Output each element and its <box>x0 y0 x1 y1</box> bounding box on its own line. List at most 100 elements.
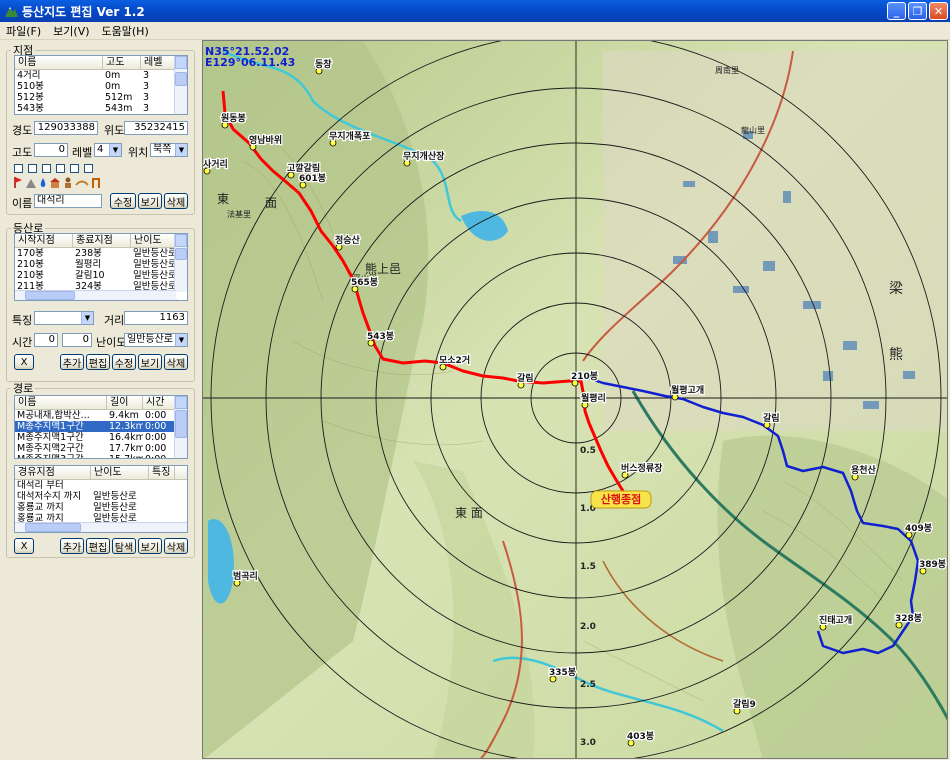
close-button[interactable]: ✕ <box>929 2 948 20</box>
menu-view[interactable]: 보기(V) <box>47 23 95 39</box>
col-time[interactable]: 시간 <box>143 396 175 409</box>
route-row[interactable]: M종주지맥1구간 16.4km 0:00 <box>15 432 187 443</box>
col-start[interactable]: 시작지점 <box>15 234 73 247</box>
col-level[interactable]: 레벨 <box>141 56 175 69</box>
point-view-button[interactable]: 보기 <box>138 193 162 209</box>
point-row[interactable]: 510봉 0m 3 <box>15 81 187 92</box>
pos-label: 위치 <box>128 146 149 159</box>
trail-add-button[interactable]: 추가 <box>60 354 84 370</box>
trail-row[interactable]: 210봉 갈림10 일반등산로 <box>15 270 187 281</box>
point-row[interactable]: 4거리 0m 3 <box>15 70 187 81</box>
maximize-button[interactable]: ❐ <box>908 2 927 20</box>
map-view[interactable]: 0.5 1.0 1.5 2.0 2.5 3.0 東 面 熊上邑 梁 熊 東 面 … <box>202 40 948 759</box>
route-row[interactable]: M종주지맥2구간 17.7km 0:00 <box>15 443 187 454</box>
dist-1-5: 1.5 <box>580 562 596 572</box>
house-icon <box>50 178 60 188</box>
place-label-6: 東 面 <box>455 506 483 520</box>
hours-input[interactable]: 0 <box>34 333 58 347</box>
difficulty-select[interactable]: 일반등산로 ▼ <box>124 333 188 347</box>
col-route-name[interactable]: 이름 <box>15 396 107 409</box>
route-edit-button[interactable]: 편집 <box>86 538 110 554</box>
col-length[interactable]: 길이 <box>107 396 143 409</box>
routes-list[interactable]: 이름 길이 시간 M공내재,합박산... 9.4km 0:00 M종주지맥1구간 12.… <box>14 395 188 459</box>
type-checkbox-4[interactable] <box>56 164 65 173</box>
end-point-banner: 산행종점 <box>590 490 652 509</box>
route-add-button[interactable]: 추가 <box>60 538 84 554</box>
minutes-input[interactable]: 0 <box>62 333 92 347</box>
route-cell: 0:00 <box>145 443 167 454</box>
trail-view-button[interactable]: 보기 <box>138 354 162 370</box>
waypoint-cell: 일반등산로 <box>93 491 137 502</box>
point-cell: 3 <box>143 103 150 114</box>
map-canvas[interactable]: 0.5 1.0 1.5 2.0 2.5 3.0 東 面 熊上邑 梁 熊 東 面 … <box>203 41 948 759</box>
route-cell: 0:00 <box>143 454 175 458</box>
trail-row[interactable]: 210봉 월평리 일반등산로 <box>15 259 187 270</box>
waypoint-label: 진태고개 <box>819 614 852 626</box>
route-row[interactable]: M종주지맥1구간 12.3km 0:00 <box>15 421 187 432</box>
waypoint-label: 328봉 <box>895 613 922 624</box>
menu-help[interactable]: 도움말(H) <box>96 23 155 39</box>
point-edit-button[interactable]: 수정 <box>110 193 136 209</box>
points-list[interactable]: 이름 고도 레벨 4거리 0m 3 510봉 0m 3 512봉 512m 3 543봉 543m 3… <box>14 55 188 115</box>
type-checkbox-5[interactable] <box>70 164 79 173</box>
waypoint-label: 601봉 <box>299 173 326 184</box>
point-row[interactable]: 512봉 512m 3 <box>15 92 187 103</box>
type-checkbox-6[interactable] <box>84 164 93 173</box>
col-waypoint[interactable]: 경유지점 <box>15 466 91 479</box>
menu-bar: 파일(F) 보기(V) 도움말(H) <box>0 22 950 40</box>
type-checkbox-1[interactable] <box>14 164 23 173</box>
dist-2-0: 2.0 <box>580 622 596 632</box>
gate-icon <box>92 178 100 188</box>
waypoint-row[interactable]: 홍룡교 까지 일반등산로 <box>15 502 187 513</box>
trails-list[interactable]: 시작지점 종료지점 난이도 170봉 238봉 일반등산로 210봉 월평리 일반등산로 2… <box>14 233 188 301</box>
alt-label: 고도 <box>12 146 33 159</box>
col-wp-feature[interactable]: 특징 <box>149 466 175 479</box>
point-cell: 4거리 <box>17 70 41 81</box>
level-select[interactable]: 4 ▼ <box>94 143 122 157</box>
routes-list-scrollbar[interactable] <box>174 396 187 458</box>
type-checkbox-2[interactable] <box>28 164 37 173</box>
point-row[interactable]: 565봉565m3 <box>15 114 187 115</box>
col-name[interactable]: 이름 <box>15 56 103 69</box>
pos-select[interactable]: 북쪽 ▼ <box>150 143 188 157</box>
trail-edit-button[interactable]: 편집 <box>86 354 110 370</box>
lon-input[interactable]: 129033388 <box>34 121 98 135</box>
waypoints-list[interactable]: 경유지점 난이도 특징 대석리 부터 대석저수지 까지 일반등산로 홍룡교 까지 일반등… <box>14 465 188 533</box>
waypoint-cell <box>149 480 175 491</box>
points-list-scrollbar[interactable] <box>174 56 187 114</box>
waypoint-row[interactable]: 대석저수지 까지 일반등산로 <box>15 491 187 502</box>
distance-input[interactable]: 1163 <box>124 311 188 325</box>
trail-clear-button[interactable]: X <box>14 354 34 370</box>
point-row[interactable]: 543봉 543m 3 <box>15 103 187 114</box>
route-explore-button[interactable]: 탐색 <box>112 538 136 554</box>
trail-modify-button[interactable]: 수정 <box>112 354 136 370</box>
trails-list-hscrollbar[interactable] <box>15 290 176 300</box>
col-altitude[interactable]: 고도 <box>103 56 141 69</box>
trails-list-scrollbar[interactable] <box>174 234 187 292</box>
minimize-button[interactable]: _ <box>887 2 906 20</box>
col-end[interactable]: 종료지점 <box>73 234 131 247</box>
route-clear-button[interactable]: X <box>14 538 34 554</box>
route-view-button[interactable]: 보기 <box>138 538 162 554</box>
water-drop-icon <box>40 178 46 187</box>
col-wp-difficulty[interactable]: 난이도 <box>91 466 149 479</box>
trail-delete-button[interactable]: 삭제 <box>164 354 188 370</box>
alt-input[interactable]: 0 <box>34 143 68 157</box>
point-delete-button[interactable]: 삭제 <box>164 193 188 209</box>
waypoint-label: 버스정류장 <box>621 462 663 474</box>
name-input[interactable]: 대석리 <box>34 194 102 208</box>
feature-label: 특징 <box>12 314 33 327</box>
menu-file[interactable]: 파일(F) <box>0 23 47 39</box>
route-row[interactable]: M종주지맥3구간15.7km0:00 <box>15 454 187 458</box>
route-delete-button[interactable]: 삭제 <box>164 538 188 554</box>
waypoint-row[interactable]: 대석리 부터 <box>15 480 187 491</box>
point-cell: 512m <box>105 92 133 103</box>
lat-input[interactable]: 35232415 <box>124 121 188 135</box>
type-checkbox-3[interactable] <box>42 164 51 173</box>
trail-row[interactable]: 170봉 238봉 일반등산로 <box>15 248 187 259</box>
lon-label: 경도 <box>12 124 33 137</box>
route-row[interactable]: M공내재,합박산... 9.4km 0:00 <box>15 410 187 421</box>
waypoints-hscrollbar[interactable] <box>15 522 187 532</box>
feature-select[interactable]: ▼ <box>34 311 94 325</box>
point-cell: 512봉 <box>17 92 44 103</box>
